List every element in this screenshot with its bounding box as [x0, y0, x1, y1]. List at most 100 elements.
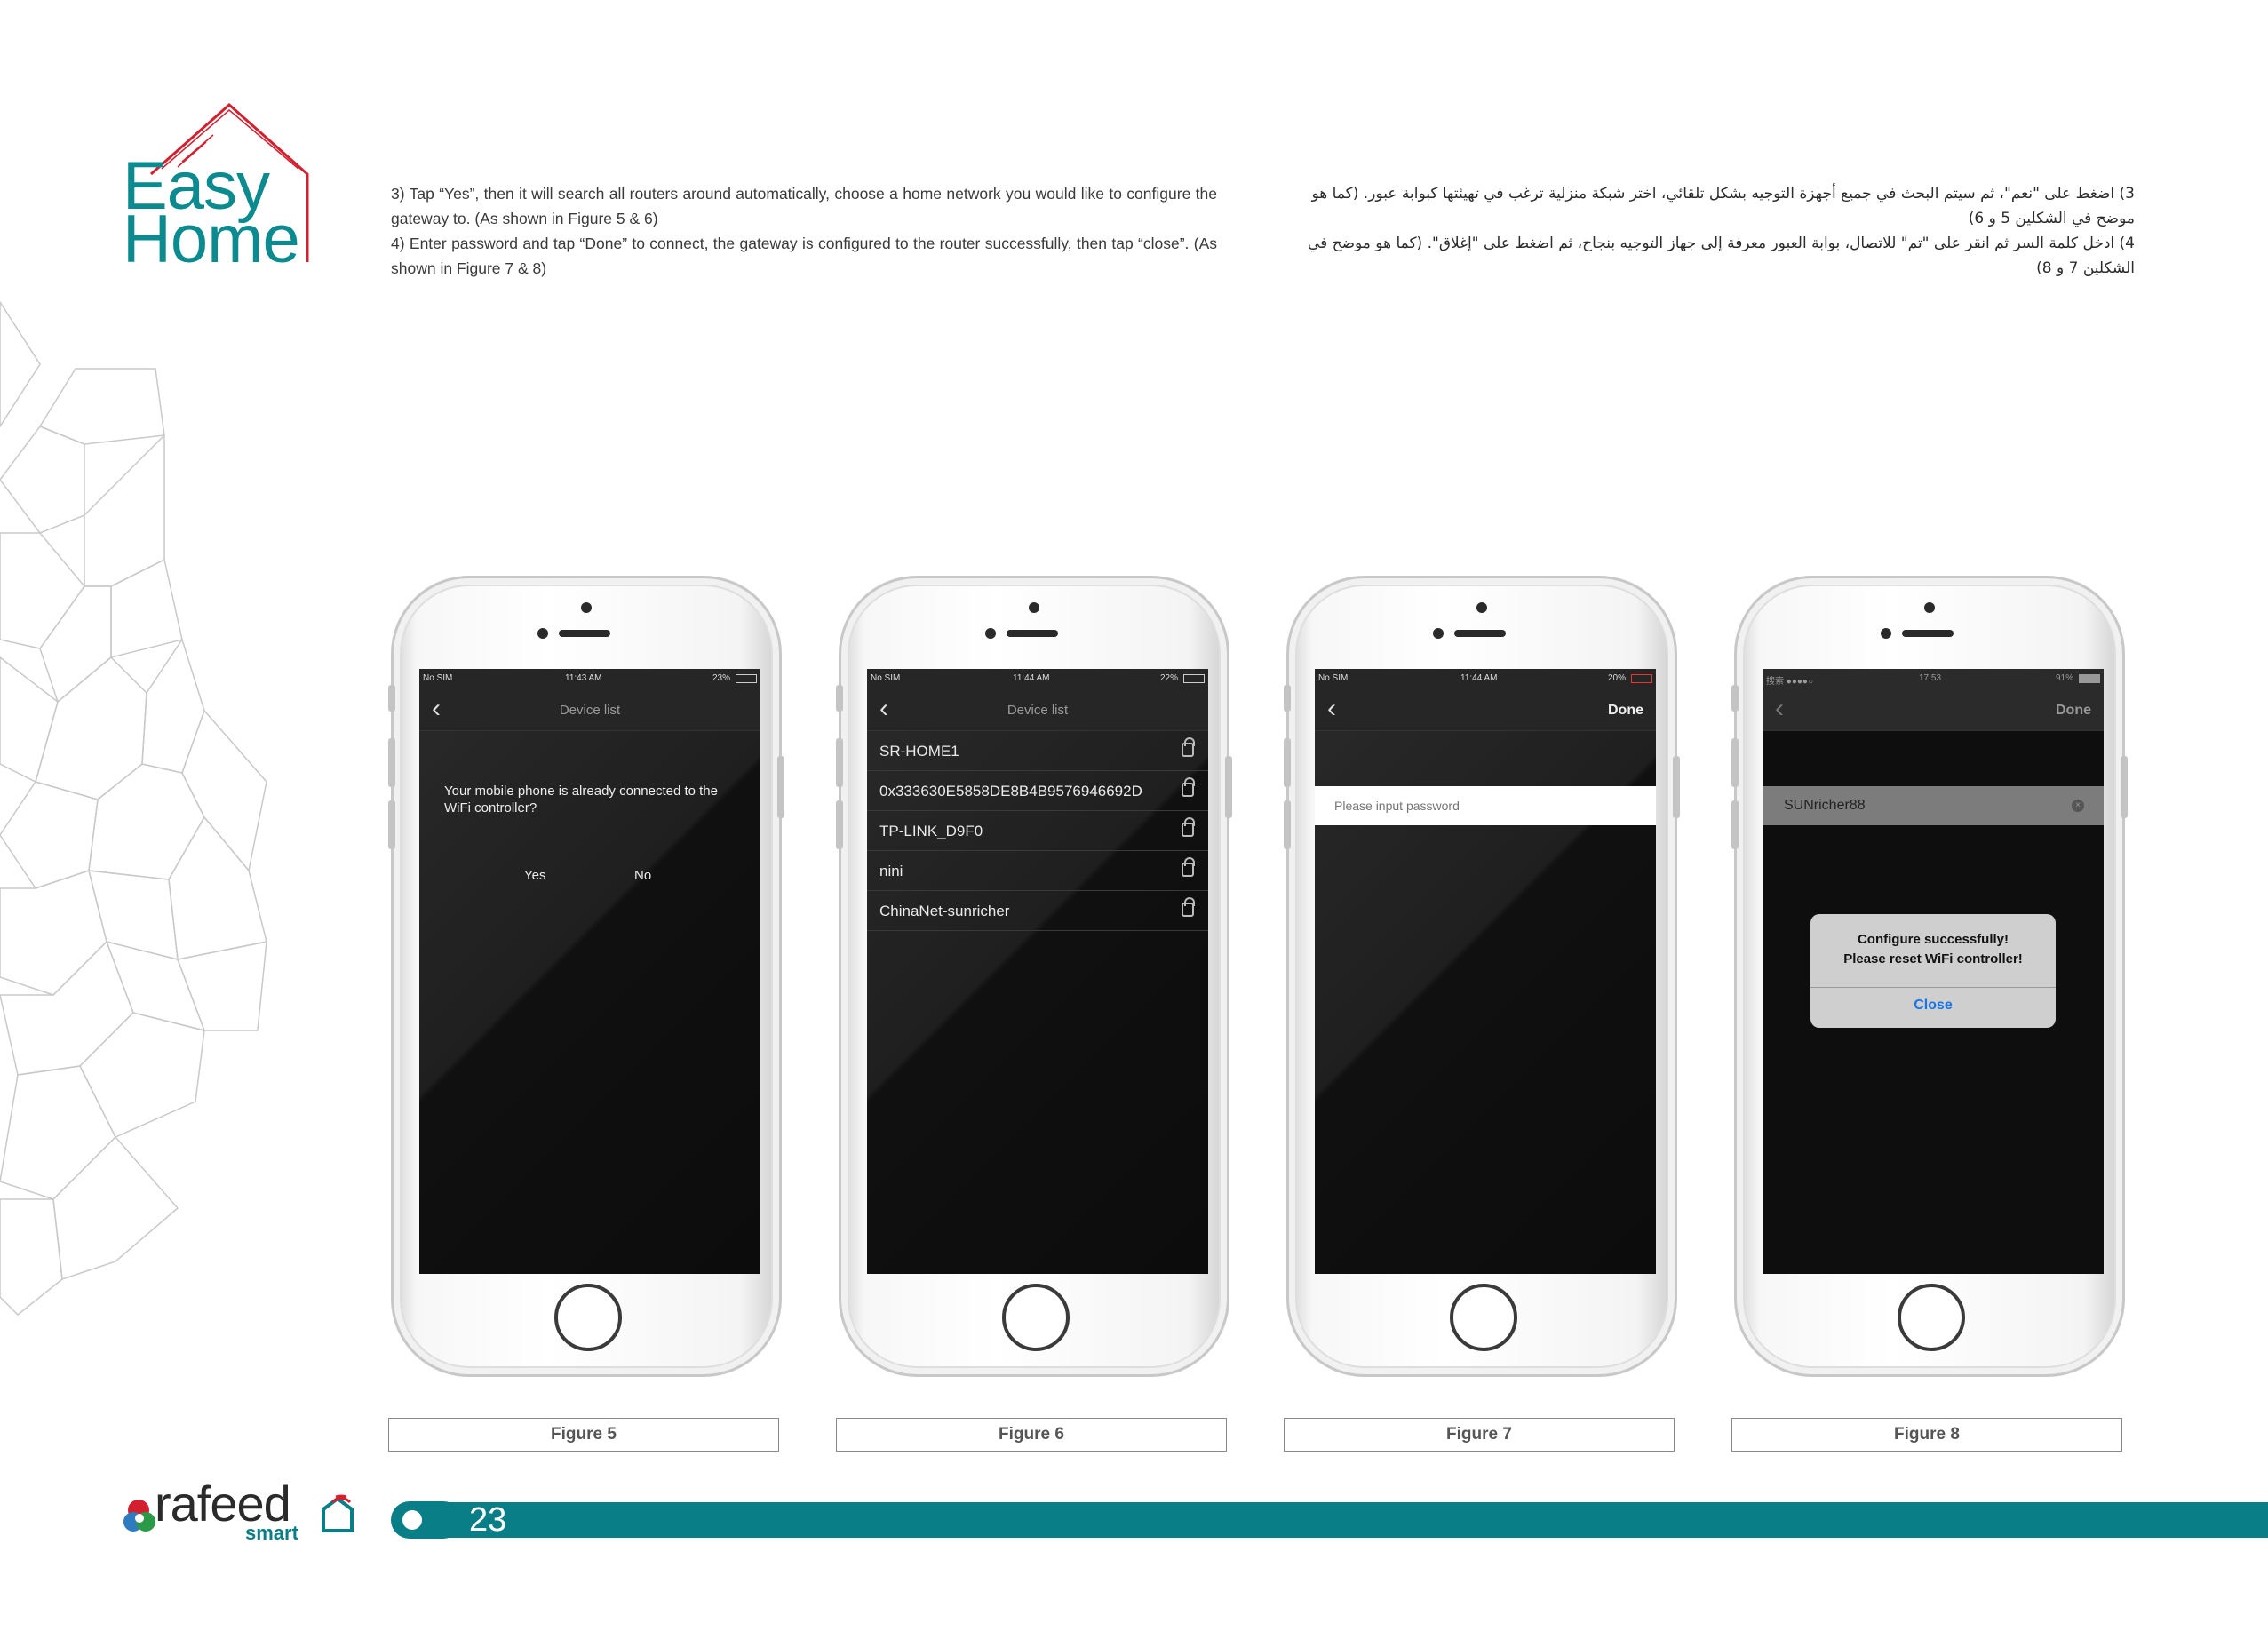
english-step-3: 3) Tap “Yes”, then it will search all ro… — [391, 185, 1217, 227]
sensor-icon — [1433, 628, 1444, 639]
status-time: 17:53 — [1919, 673, 1942, 683]
status-time: 11:43 AM — [565, 673, 602, 683]
camera-icon — [1029, 602, 1039, 613]
home-button[interactable] — [1450, 1284, 1517, 1351]
done-button[interactable]: Done — [1608, 703, 1643, 719]
network-row[interactable]: 0x333630E5858DE8B4B9576946692D — [867, 772, 1208, 811]
network-row[interactable]: TP-LINK_D9F0 — [867, 812, 1208, 851]
logo-home: Home — [123, 202, 300, 277]
phone-screen: No SIM 11:44 AM 22% ‹ Device list SR-HOM… — [867, 669, 1208, 1274]
home-button[interactable] — [554, 1284, 622, 1351]
speaker-grille — [559, 630, 610, 637]
nav-title: Device list — [1007, 703, 1069, 718]
success-alert: Configure successfully! Please reset WiF… — [1810, 914, 2056, 1028]
english-instructions: 3) Tap “Yes”, then it will search all ro… — [391, 181, 1217, 281]
close-button[interactable]: Close — [1810, 998, 2056, 1014]
phone-figure-8: 搜索 ●●●●○ 17:53 91% ‹ Done SUNricher88 × … — [1731, 576, 2128, 1377]
status-bar: No SIM 11:44 AM 20% — [1315, 669, 1656, 688]
side-button — [1731, 800, 1739, 849]
battery-icon — [1631, 674, 1652, 683]
password-field[interactable]: SUNricher88 × — [1763, 786, 2104, 825]
lock-icon — [1182, 817, 1195, 837]
nav-bar: ‹ Device list — [867, 688, 1208, 731]
side-button — [836, 738, 843, 787]
side-button — [1284, 738, 1291, 787]
side-button — [388, 800, 395, 849]
sensor-icon — [985, 628, 996, 639]
battery-percent: 22% — [1159, 673, 1178, 683]
camera-icon — [1924, 602, 1935, 613]
footer-bar — [418, 1502, 2268, 1538]
arabic-instructions: 3) اضغط على "نعم"، ثم سيتم البحث في جميع… — [1297, 181, 2135, 281]
status-time: 11:44 AM — [1460, 673, 1498, 683]
cube-pattern — [0, 300, 267, 1317]
status-bar: 搜索 ●●●●○ 17:53 91% — [1763, 669, 2104, 688]
network-name: nini — [879, 863, 903, 879]
back-chevron-icon[interactable]: ‹ — [1327, 696, 1336, 722]
side-button — [1284, 800, 1291, 849]
side-button — [777, 756, 784, 818]
back-chevron-icon[interactable]: ‹ — [1775, 696, 1784, 722]
carrier-label: No SIM — [1318, 673, 1349, 683]
network-row[interactable]: nini — [867, 852, 1208, 891]
side-button — [836, 800, 843, 849]
clear-icon[interactable]: × — [2072, 800, 2084, 812]
network-row[interactable]: ChinaNet-sunricher — [867, 892, 1208, 931]
network-row[interactable]: SR-HOME1 — [867, 732, 1208, 771]
phone-figure-6: No SIM 11:44 AM 22% ‹ Device list SR-HOM… — [836, 576, 1232, 1377]
side-button — [836, 685, 843, 712]
yes-button[interactable]: Yes — [524, 868, 545, 883]
lock-icon — [1182, 857, 1195, 877]
easy-home-logo: Easy Home — [115, 98, 329, 275]
camera-icon — [1476, 602, 1487, 613]
password-input[interactable] — [1315, 786, 1656, 825]
caption-figure-8: Figure 8 — [1731, 1418, 2122, 1452]
caption-figure-5: Figure 5 — [388, 1418, 779, 1452]
side-button — [2121, 756, 2128, 818]
lock-icon — [1182, 897, 1195, 917]
sensor-icon — [1881, 628, 1891, 639]
side-button — [388, 685, 395, 712]
page-number: 23 — [469, 1501, 507, 1539]
carrier-label: 搜索 ●●●●○ — [1766, 677, 1813, 687]
speaker-grille — [1902, 630, 1954, 637]
network-name: 0x333630E5858DE8B4B9576946692D — [879, 783, 1142, 800]
carrier-label: No SIM — [423, 673, 453, 683]
lock-icon — [1182, 737, 1195, 757]
phone-screen: 搜索 ●●●●○ 17:53 91% ‹ Done SUNricher88 × … — [1763, 669, 2104, 1274]
caption-figure-6: Figure 6 — [836, 1418, 1227, 1452]
side-button — [1225, 756, 1232, 818]
home-button[interactable] — [1002, 1284, 1070, 1351]
alert-line-2: Please reset WiFi controller! — [1843, 951, 2023, 967]
nav-bar: ‹ Done — [1315, 688, 1656, 731]
phone-figure-7: No SIM 11:44 AM 20% ‹ Done — [1284, 576, 1680, 1377]
no-button[interactable]: No — [634, 868, 651, 883]
lock-icon — [1182, 777, 1195, 797]
nav-bar: ‹ Device list — [419, 688, 760, 731]
network-name: ChinaNet-sunricher — [879, 903, 1010, 919]
status-bar: No SIM 11:44 AM 22% — [867, 669, 1208, 688]
carrier-label: No SIM — [871, 673, 901, 683]
battery-percent: 91% — [2055, 673, 2073, 683]
network-name: TP-LINK_D9F0 — [879, 823, 983, 839]
speaker-grille — [1454, 630, 1506, 637]
side-button — [388, 738, 395, 787]
arabic-step-3: 3) اضغط على "نعم"، ثم سيتم البحث في جميع… — [1311, 185, 2135, 227]
arabic-step-4: 4) ادخل كلمة السر ثم انقر على "تم" للاتص… — [1307, 235, 2135, 277]
rafeed-smart-logo: rafeed smart — [121, 1470, 361, 1550]
battery-percent: 20% — [1607, 673, 1626, 683]
home-button[interactable] — [1898, 1284, 1965, 1351]
nav-bar: ‹ Done — [1763, 688, 2104, 731]
battery-icon — [736, 674, 757, 683]
nav-title: Device list — [559, 703, 621, 718]
connection-question: Your mobile phone is already connected t… — [444, 784, 718, 816]
done-button[interactable]: Done — [2056, 703, 2091, 719]
speaker-grille — [1007, 630, 1058, 637]
side-button — [1731, 685, 1739, 712]
sensor-icon — [537, 628, 548, 639]
caption-figure-7: Figure 7 — [1284, 1418, 1675, 1452]
english-step-4: 4) Enter password and tap “Done” to conn… — [391, 235, 1217, 277]
network-name: SR-HOME1 — [879, 743, 959, 760]
status-time: 11:44 AM — [1013, 673, 1050, 683]
brand-sub: smart — [245, 1522, 298, 1544]
